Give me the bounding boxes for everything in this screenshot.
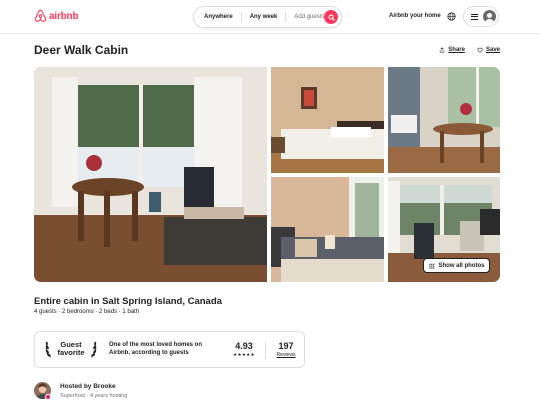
laurel-right-icon [91,341,97,358]
airbnb-your-home-link[interactable]: Airbnb your home [389,13,441,19]
airbnb-logo[interactable]: airbnb [34,9,79,23]
rating-value: 4.93 [235,341,253,351]
top-navigation-bar: airbnb Anywhere Any week Add guests Airb… [0,0,540,34]
logo-text: airbnb [49,10,79,22]
heart-icon [477,47,483,53]
guest-favorite-line2: favorite [57,348,85,357]
rating-summary: 4.93 ★★★★★ [229,341,259,358]
laurel-left-icon [45,341,51,358]
search-bar[interactable]: Anywhere Any week Add guests [193,6,342,28]
grid-icon [428,263,434,269]
photo-gallery [34,67,500,282]
guest-favorite-title: Guest favorite [54,341,88,357]
user-avatar-icon [483,10,496,23]
star-rating-icon: ★★★★★ [233,352,255,357]
listing-subtitle: Entire cabin in Salt Spring Island, Cana… [34,296,222,307]
search-location[interactable]: Anywhere [194,14,241,20]
airbnb-logo-icon [34,9,47,22]
show-all-photos-label: Show all photos [438,262,485,269]
superhost-badge-icon [45,394,51,400]
guest-favorite-description: One of the most loved homes on Airbnb, a… [109,342,203,356]
user-menu-button[interactable] [463,6,499,27]
guest-favorite-card: Guest favorite One of the most loved hom… [34,331,305,368]
save-button[interactable]: Save [477,47,500,53]
reviews-count: 197 [278,341,294,351]
photo-dining[interactable] [388,67,500,173]
photo-living-room[interactable] [34,67,267,282]
divider [265,342,266,359]
globe-icon[interactable] [447,12,456,21]
menu-icon [471,13,478,20]
share-button[interactable]: Share [439,47,465,53]
search-icon [328,14,335,21]
listing-actions: Share Save [439,47,500,53]
host-summary: Hosted by Brooke Superhost · 4 years hos… [34,381,234,403]
save-label: Save [485,47,500,53]
search-dates[interactable]: Any week [242,14,286,20]
reviews-link[interactable]: Reviews [273,352,299,358]
host-meta: Superhost · 4 years hosting [60,393,128,399]
photo-bedroom[interactable] [271,67,384,173]
listing-title: Deer Walk Cabin [34,43,129,57]
listing-details: 4 guests · 2 bedrooms · 2 beds · 1 bath [34,309,140,315]
reviews-summary[interactable]: 197 Reviews [273,341,299,358]
search-button[interactable] [324,10,338,24]
host-name: Hosted by Brooke [60,383,116,390]
show-all-photos-button[interactable]: Show all photos [423,258,490,273]
share-label: Share [448,47,465,53]
photo-bedroom-2[interactable] [271,177,384,282]
share-icon [440,47,445,53]
